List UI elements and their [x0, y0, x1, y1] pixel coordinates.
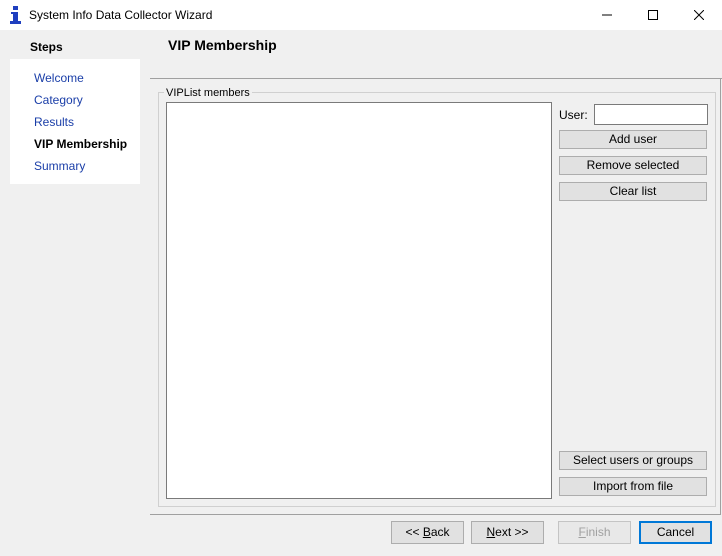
steps-title: Steps: [30, 40, 63, 54]
select-users-groups-button[interactable]: Select users or groups: [559, 451, 707, 470]
back-label-rest: ack: [430, 525, 450, 539]
next-button[interactable]: Next >>: [471, 521, 544, 544]
page-title: VIP Membership: [168, 37, 277, 53]
remove-selected-button[interactable]: Remove selected: [559, 156, 707, 175]
finish-mnemonic: F: [578, 525, 586, 539]
step-item-welcome[interactable]: Welcome: [34, 71, 84, 85]
back-mnemonic: B: [422, 525, 431, 539]
info-icon: [10, 6, 21, 24]
minimize-button[interactable]: [584, 0, 630, 30]
group-label: VIPList members: [164, 87, 252, 99]
next-label-rest: ext >>: [495, 525, 529, 539]
clear-list-button[interactable]: Clear list: [559, 182, 707, 201]
maximize-button[interactable]: [630, 0, 676, 30]
import-from-file-button[interactable]: Import from file: [559, 477, 707, 496]
step-item-results[interactable]: Results: [34, 115, 74, 129]
back-prefix: <<: [405, 525, 423, 539]
minimize-icon: [602, 14, 612, 16]
finish-label-rest: inish: [585, 525, 611, 539]
user-label: User:: [559, 108, 588, 122]
step-item-category[interactable]: Category: [34, 93, 83, 107]
add-user-button[interactable]: Add user: [559, 130, 707, 149]
close-button[interactable]: [676, 0, 722, 30]
finish-button[interactable]: Finish: [558, 521, 631, 544]
back-button[interactable]: << Back: [391, 521, 464, 544]
maximize-icon: [648, 10, 658, 20]
next-mnemonic: N: [486, 525, 496, 539]
step-item-summary[interactable]: Summary: [34, 159, 85, 173]
window-title: System Info Data Collector Wizard: [29, 8, 213, 22]
close-icon: [694, 10, 704, 20]
title-bar: System Info Data Collector Wizard: [0, 0, 722, 30]
user-input[interactable]: [594, 104, 708, 125]
step-item-vip-membership[interactable]: VIP Membership: [34, 137, 127, 151]
members-list[interactable]: [166, 102, 552, 499]
cancel-button[interactable]: Cancel: [639, 521, 712, 544]
